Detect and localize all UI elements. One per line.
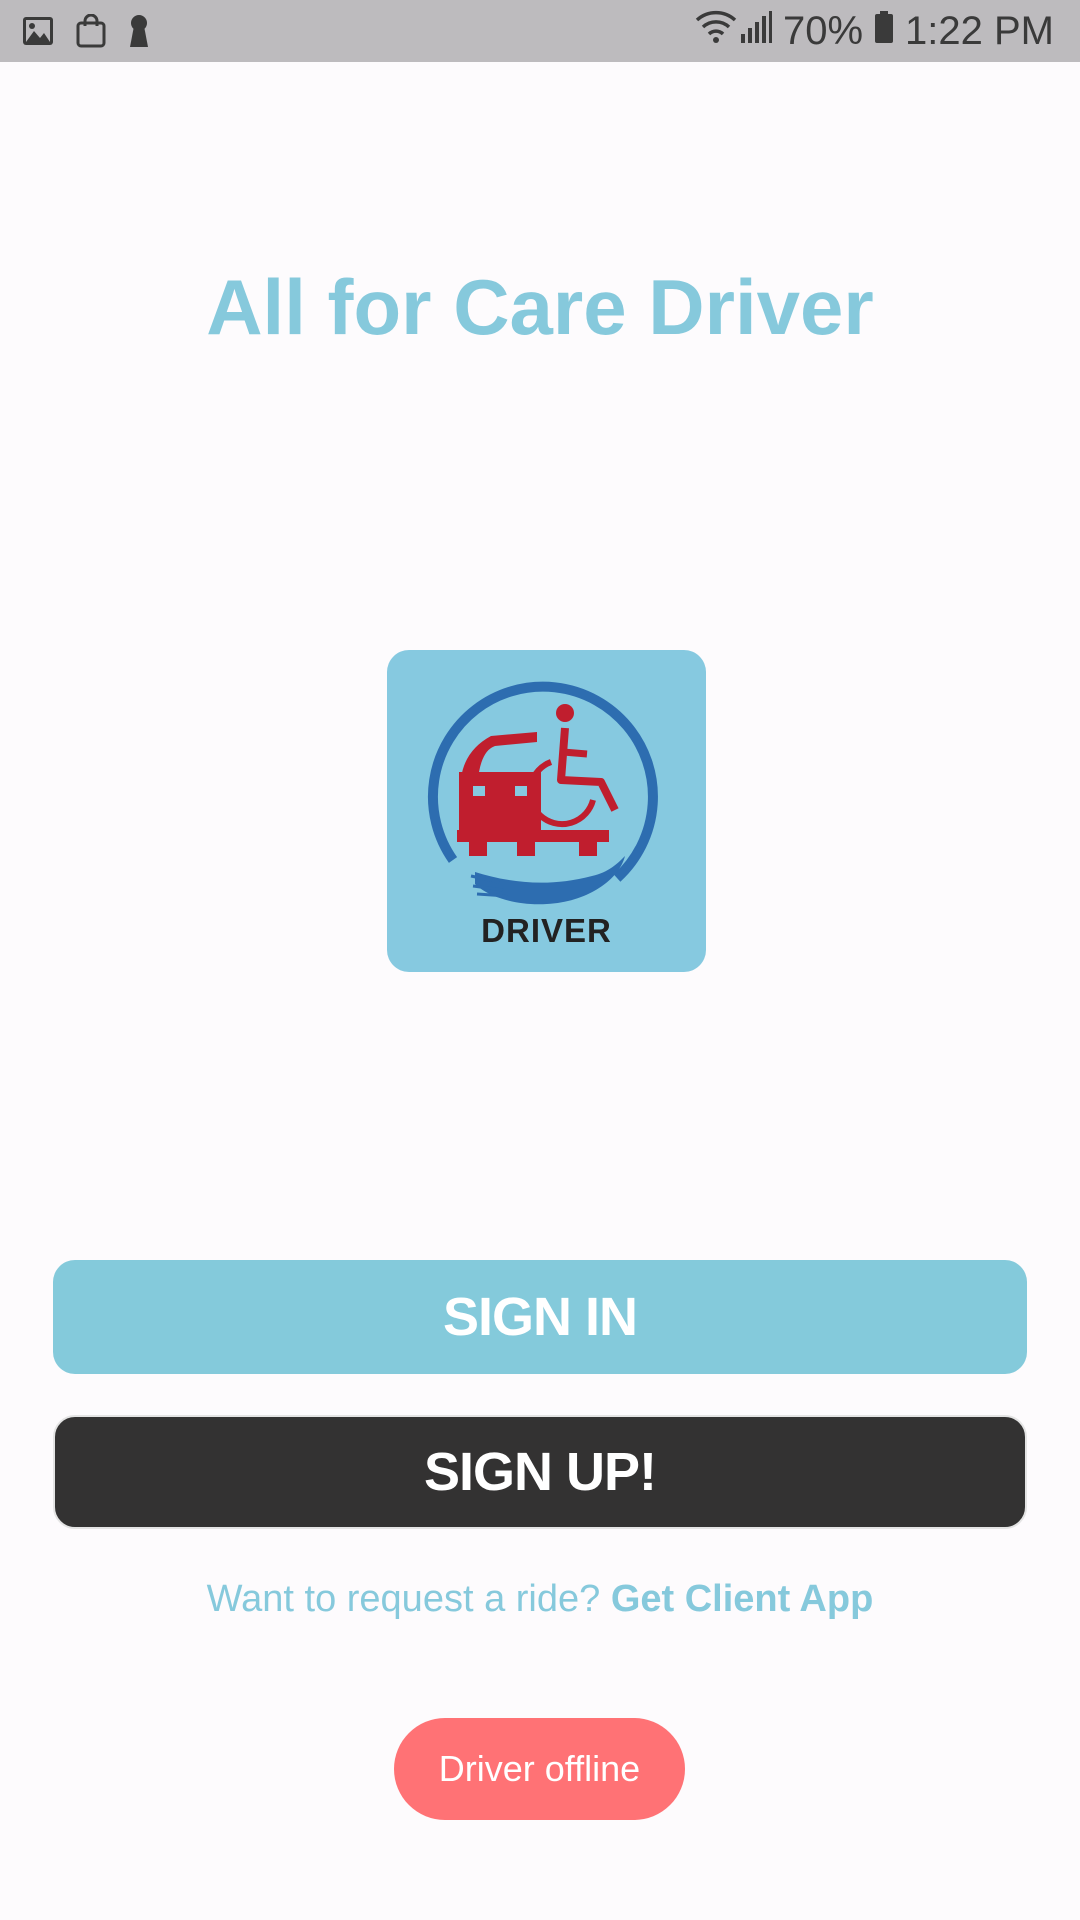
wifi-icon	[695, 8, 737, 54]
clock: 1:22 PM	[905, 8, 1054, 53]
client-app-prompt-text: Want to request a ride?	[206, 1578, 601, 1620]
driver-status-badge: Driver offline	[394, 1718, 685, 1820]
keyhole-icon	[128, 14, 150, 53]
sign-up-button[interactable]: SIGN UP!	[53, 1415, 1027, 1529]
status-right-indicators: 70% 1:22 PM	[695, 8, 1054, 54]
status-left-icons	[22, 13, 150, 53]
image-icon	[22, 16, 54, 51]
status-bar: 70% 1:22 PM	[0, 0, 1080, 62]
page-title: All for Care Driver	[206, 263, 874, 351]
logo-caption: DRIVER	[481, 912, 612, 949]
shopping-bag-icon	[76, 13, 106, 53]
get-client-app-link[interactable]: Get Client App	[611, 1578, 873, 1620]
app-logo: DRIVER	[387, 650, 706, 972]
battery-icon	[873, 9, 895, 54]
sign-in-button[interactable]: SIGN IN	[53, 1260, 1027, 1374]
battery-percent: 70%	[782, 8, 864, 53]
client-app-prompt: Want to request a ride? Get Client App	[0, 1578, 1080, 1621]
signal-icon	[739, 9, 773, 54]
